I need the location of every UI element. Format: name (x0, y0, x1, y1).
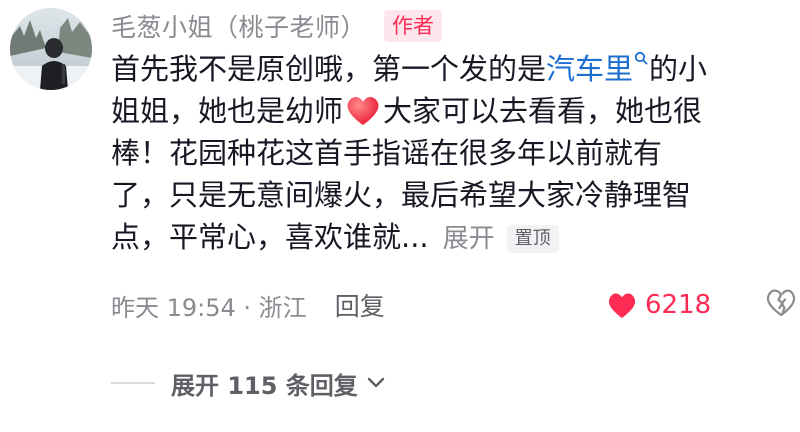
comment-meta: 昨天 19:54 · 浙江 回复 (111, 285, 385, 325)
chevron-down-icon (367, 377, 385, 388)
comment-line-3: 棒！花园种花这首手指谣在很多年以前就有 (111, 136, 663, 170)
comment-text-segment: 的小 (649, 52, 708, 86)
comment-line-1: 首先我不是原创哦，第一个发的是汽车里 的小 (111, 48, 791, 90)
comment-text: 首先我不是原创哦，第一个发的是汽车里 的小 姐姐，她也是幼师 大家可以去看看，她也很… (111, 48, 791, 260)
comment-text-segment: 点，平常心，喜欢谁就... (111, 220, 429, 254)
expand-replies-button[interactable]: 展开 115 条回复 (111, 363, 386, 403)
comment-line-5: 点，平常心，喜欢谁就... 展开 置顶 (111, 216, 791, 260)
comment-text-segment: 姐姐，她也是幼师 (111, 94, 344, 128)
heart-emoji-icon (347, 96, 379, 125)
broken-heart-icon[interactable] (766, 289, 796, 317)
author-badge: 作者 (384, 10, 443, 42)
comment-line-4: 了，只是无意间爆火，最后希望大家冷静理智 (111, 178, 692, 212)
avatar[interactable] (10, 8, 92, 90)
avatar-image (10, 8, 92, 90)
expand-replies-label: 展开 115 条回复 (171, 371, 358, 400)
timestamp-location: 昨天 19:54 · 浙江 (111, 293, 307, 322)
divider (111, 382, 155, 384)
pinned-badge: 置顶 (506, 225, 559, 253)
reply-button[interactable]: 回复 (335, 287, 385, 323)
like-count: 6218 (645, 290, 712, 320)
comment-text-segment: 首先我不是原创哦，第一个发的是 (111, 52, 547, 86)
like-button[interactable]: 6218 (607, 284, 711, 326)
search-icon[interactable] (634, 51, 648, 65)
comment-header: 毛葱小姐（桃子老师） 作者 (111, 4, 443, 48)
username[interactable]: 毛葱小姐（桃子老师） (111, 8, 366, 44)
comment-line-2: 姐姐，她也是幼师 大家可以去看看，她也很 (111, 90, 791, 132)
expand-comment-button[interactable]: 展开 (443, 224, 495, 254)
search-link[interactable]: 汽车里 (546, 52, 633, 86)
heart-filled-icon (608, 293, 636, 318)
comment-text-segment: 大家可以去看看，她也很 (383, 94, 703, 128)
